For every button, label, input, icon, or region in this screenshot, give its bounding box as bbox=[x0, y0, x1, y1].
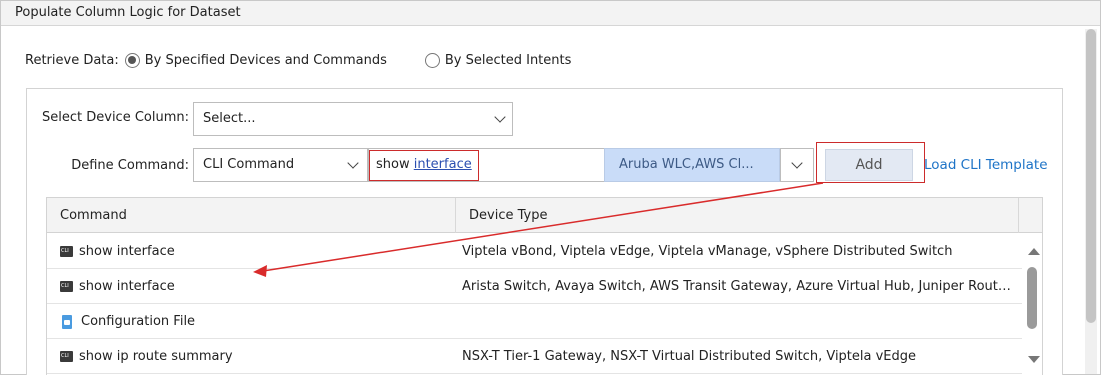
table-row[interactable]: show ip route summary NSX-T Tier-1 Gatew… bbox=[47, 339, 1022, 374]
scroll-up-arrow-icon[interactable] bbox=[1028, 248, 1040, 255]
chevron-down-icon bbox=[494, 111, 506, 123]
device-type-cell: Viptela vBond, Viptela vEdge, Viptela vM… bbox=[462, 244, 953, 259]
command-input-highlight: show interface bbox=[369, 150, 479, 181]
define-command-label: Define Command: bbox=[71, 158, 189, 173]
device-type-cell: Arista Switch, Avaya Switch, AWS Transit… bbox=[462, 279, 1017, 294]
chevron-down-icon bbox=[347, 157, 359, 169]
radio-by-selected-intents[interactable]: By Selected Intents bbox=[424, 52, 572, 68]
radio-by-specified-devices-label: By Specified Devices and Commands bbox=[144, 52, 387, 68]
command-text-underlined: interface bbox=[413, 157, 472, 172]
radio-by-selected-intents-label: By Selected Intents bbox=[444, 52, 572, 68]
scroll-down-arrow-icon[interactable] bbox=[1028, 356, 1040, 363]
panel-title: Populate Column Logic for Dataset bbox=[1, 1, 1100, 26]
cli-icon bbox=[60, 281, 73, 292]
device-type-dropdown-button[interactable] bbox=[780, 148, 814, 182]
panel-scrollbar[interactable] bbox=[1085, 29, 1097, 374]
table-header: Command Device Type bbox=[47, 198, 1042, 233]
cli-icon bbox=[60, 351, 73, 362]
command-text: show interface bbox=[79, 279, 175, 294]
command-cell: show ip route summary bbox=[60, 339, 450, 374]
column-header-command[interactable]: Command bbox=[47, 198, 456, 233]
command-cell: Configuration File bbox=[60, 304, 450, 339]
device-type-select[interactable]: Aruba WLC,AWS Cl... bbox=[604, 148, 780, 182]
radio-unchecked-icon[interactable] bbox=[424, 52, 440, 68]
table-scrollbar-thumb[interactable] bbox=[1027, 267, 1037, 329]
table-row[interactable]: Configuration File bbox=[47, 304, 1022, 339]
config-file-icon bbox=[62, 314, 72, 329]
command-text-prefix: show bbox=[376, 157, 414, 172]
table-row[interactable]: show interface Viptela vBond, Viptela vE… bbox=[47, 234, 1022, 269]
panel-scrollbar-thumb[interactable] bbox=[1086, 29, 1096, 323]
device-type-cell: NSX-T Tier-1 Gateway, NSX-T Virtual Dist… bbox=[462, 349, 917, 364]
command-table: Command Device Type show interface Vipte… bbox=[46, 197, 1043, 375]
device-column-select-value: Select... bbox=[203, 111, 256, 126]
device-column-select[interactable]: Select... bbox=[193, 102, 513, 136]
select-device-column-label: Select Device Column: bbox=[42, 110, 189, 125]
command-cell: show interface bbox=[60, 234, 450, 269]
chevron-down-icon bbox=[791, 157, 803, 169]
radio-by-specified-devices[interactable]: By Specified Devices and Commands bbox=[124, 52, 387, 68]
command-text: show ip route summary bbox=[79, 349, 233, 364]
command-text: show interface bbox=[79, 244, 175, 259]
radio-checked-icon[interactable] bbox=[124, 52, 140, 68]
cli-icon bbox=[60, 246, 73, 257]
command-text: Configuration File bbox=[81, 314, 196, 329]
add-button[interactable]: Add bbox=[825, 149, 913, 181]
command-type-select-value: CLI Command bbox=[203, 157, 295, 172]
populate-column-logic-panel: Populate Column Logic for Dataset Retrie… bbox=[0, 0, 1101, 375]
table-scrollbar[interactable] bbox=[1024, 234, 1042, 375]
load-cli-template-link[interactable]: Load CLI Template bbox=[924, 157, 1048, 173]
command-type-select[interactable]: CLI Command bbox=[193, 148, 368, 182]
retrieve-data-row: Retrieve Data: By Specified Devices and … bbox=[25, 50, 609, 70]
device-type-cell bbox=[462, 304, 1017, 339]
command-cell: show interface bbox=[60, 269, 450, 304]
table-row[interactable]: show interface Arista Switch, Avaya Swit… bbox=[47, 269, 1022, 304]
column-header-device-type[interactable]: Device Type bbox=[456, 198, 1019, 233]
command-input[interactable]: show interface bbox=[368, 148, 604, 182]
retrieve-data-label: Retrieve Data: bbox=[25, 52, 119, 68]
